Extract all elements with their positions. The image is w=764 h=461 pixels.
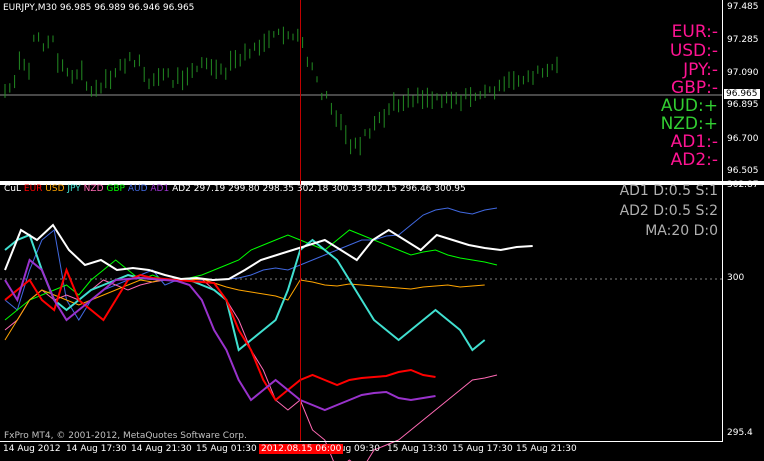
price-tick: 96.895 bbox=[727, 100, 759, 110]
info-ad2: AD2 D:0.5 S:2 bbox=[619, 203, 718, 219]
indicator-tick: 302.87 bbox=[727, 180, 759, 190]
price-tick: 96.700 bbox=[727, 134, 759, 144]
price-tick: 97.090 bbox=[727, 68, 759, 78]
chart-header: EURJPY,M30 96.985 96.989 96.946 96.965 bbox=[3, 3, 195, 13]
legend-aud: AUD bbox=[127, 184, 148, 194]
indicator-tick: 300 bbox=[727, 273, 745, 283]
series-ad1 bbox=[4, 258, 436, 412]
crosshair-line bbox=[300, 0, 301, 441]
time-tick: 15 Aug 21:30 bbox=[516, 444, 577, 454]
legend-ad1: AD1 bbox=[150, 184, 170, 194]
copyright: FxPro MT4, © 2001-2012, MetaQuotes Softw… bbox=[4, 431, 247, 441]
signal-ad2: AD2:- bbox=[670, 150, 718, 170]
price-axis-border bbox=[722, 0, 723, 441]
indicator-header: CuL EUR USD JPY NZD GBP AUD AD1 AD2 297.… bbox=[4, 184, 466, 194]
indicator-tick: 295.4 bbox=[727, 428, 753, 438]
signal-eur: EUR:- bbox=[671, 22, 718, 42]
time-tick: 15 Aug 01:30 bbox=[196, 444, 257, 454]
time-axis-border bbox=[0, 441, 723, 442]
legend-jpy: JPY bbox=[67, 184, 81, 194]
signal-nzd: NZD:+ bbox=[660, 114, 718, 134]
selected-time-label: 2012.08.15 06:00 bbox=[259, 444, 344, 454]
signal-ad1: AD1:- bbox=[670, 132, 718, 152]
info-ad1: AD1 D:0.5 S:1 bbox=[619, 183, 718, 199]
price-tick: 96.505 bbox=[727, 166, 759, 176]
time-tick: 14 Aug 17:30 bbox=[66, 444, 127, 454]
indicator-values: 297.19 299.80 298.35 302.18 300.33 302.1… bbox=[193, 184, 466, 194]
series-aud bbox=[4, 207, 498, 321]
signal-gbp: GBP:- bbox=[671, 78, 718, 98]
time-tick: 14 Aug 2012 bbox=[3, 444, 61, 454]
series-eur bbox=[4, 267, 436, 402]
signal-usd: USD:- bbox=[669, 41, 718, 61]
legend-eur: EUR bbox=[23, 184, 43, 194]
current-price-label: 96.965 bbox=[724, 89, 760, 99]
price-tick: 97.485 bbox=[727, 2, 759, 12]
time-tick: 15 Aug 13:30 bbox=[387, 444, 448, 454]
price-tick: 97.285 bbox=[727, 35, 759, 45]
legend-nzd: NZD bbox=[83, 184, 104, 194]
indicator-prefix: CuL bbox=[4, 184, 22, 194]
legend-ad2: AD2 bbox=[172, 184, 191, 194]
series-usd bbox=[4, 278, 485, 341]
signal-jpy: JPY:- bbox=[683, 60, 718, 80]
series-ad2 bbox=[4, 223, 533, 282]
legend-gbp: GBP bbox=[106, 184, 125, 194]
signal-aud: AUD:+ bbox=[660, 96, 718, 116]
time-tick: 14 Aug 21:30 bbox=[131, 444, 192, 454]
info-ma: MA:20 D:0 bbox=[645, 223, 718, 239]
legend-usd: USD bbox=[45, 184, 65, 194]
time-tick: 15 Aug 17:30 bbox=[452, 444, 513, 454]
series-jpy bbox=[4, 233, 486, 352]
